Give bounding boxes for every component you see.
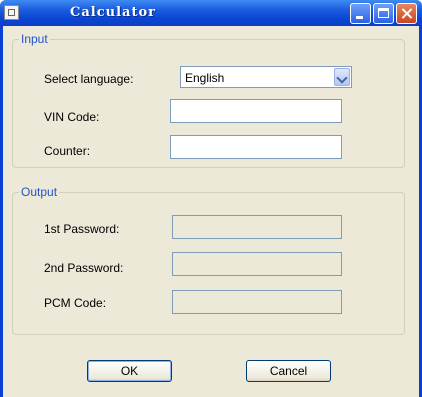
counter-label: Counter:: [44, 144, 91, 158]
maximize-icon[interactable]: [373, 3, 394, 24]
first-password-field[interactable]: [172, 215, 342, 239]
input-group: Input Select language: English VIN Code:…: [12, 32, 405, 168]
window-title: Calculator: [70, 5, 156, 20]
output-group: Output 1st Password: 2nd Password: PCM C…: [12, 185, 405, 335]
minimize-icon[interactable]: [350, 3, 371, 24]
vin-code-input[interactable]: [170, 99, 342, 123]
pcm-code-label: PCM Code:: [44, 296, 107, 310]
language-select[interactable]: English: [180, 66, 352, 88]
second-password-label: 2nd Password:: [44, 261, 124, 275]
language-select-value: English: [185, 71, 225, 85]
ok-button[interactable]: OK: [87, 360, 172, 382]
pcm-code-field[interactable]: [172, 290, 342, 314]
close-icon[interactable]: [396, 3, 417, 24]
vin-code-label: VIN Code:: [44, 110, 100, 124]
second-password-field[interactable]: [172, 252, 342, 276]
input-group-legend: Input: [19, 32, 50, 46]
chevron-down-icon[interactable]: [334, 68, 350, 86]
output-group-legend: Output: [19, 185, 60, 199]
first-password-label: 1st Password:: [44, 222, 120, 236]
dialog-body: Input Select language: English VIN Code:…: [3, 26, 419, 397]
cancel-button[interactable]: Cancel: [246, 360, 331, 382]
select-language-label: Select language:: [44, 72, 134, 86]
title-bar[interactable]: Calculator: [0, 0, 422, 26]
counter-input[interactable]: [170, 135, 342, 159]
app-icon[interactable]: [4, 5, 19, 20]
calculator-window: Calculator Input Select language: Englis…: [0, 0, 422, 397]
